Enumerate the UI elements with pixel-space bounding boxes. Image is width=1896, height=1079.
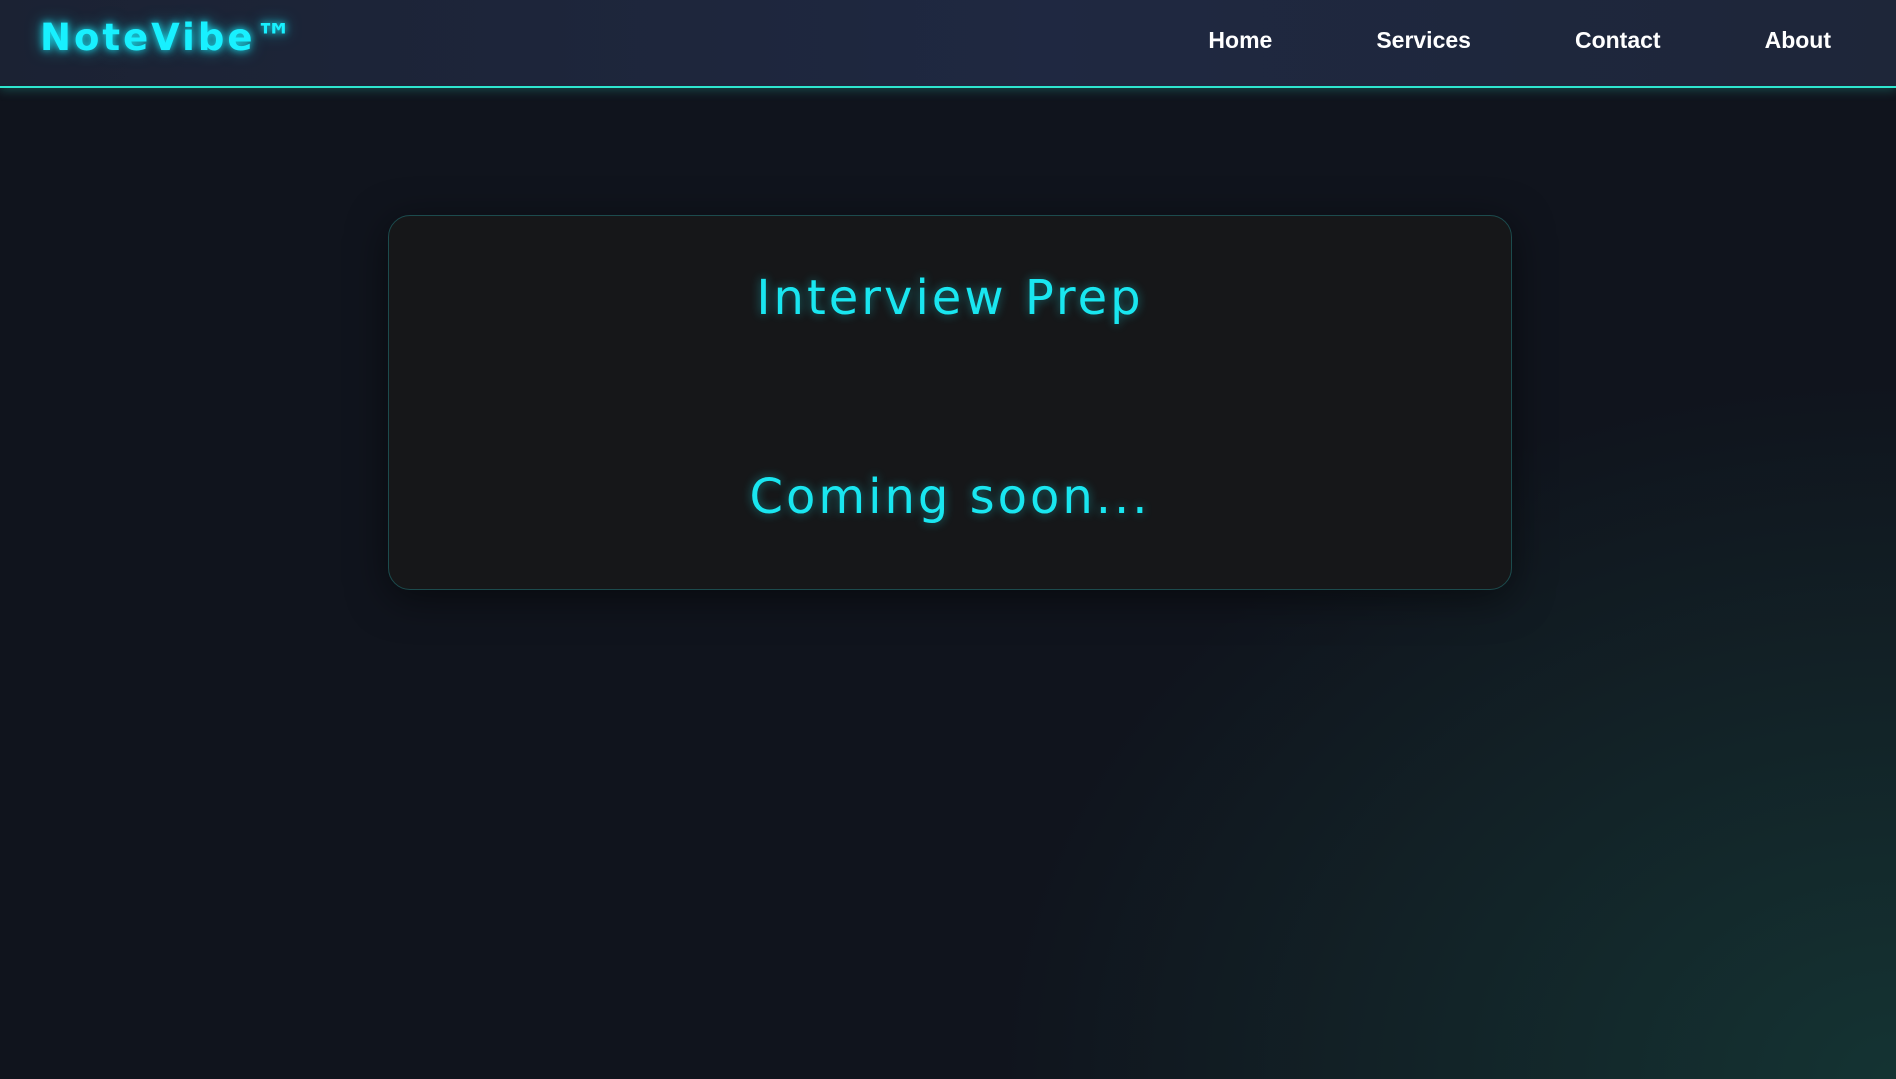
nav-link-about[interactable]: About: [1765, 27, 1831, 54]
top-navbar: NoteVibe™ Home Services Contact About: [0, 0, 1896, 88]
site-logo[interactable]: NoteVibe™: [40, 16, 295, 59]
nav-link-contact[interactable]: Contact: [1575, 27, 1661, 54]
card-title: Interview Prep: [756, 270, 1144, 326]
nav-link-home[interactable]: Home: [1208, 27, 1272, 54]
main-nav: Home Services Contact About: [1208, 0, 1831, 80]
interview-prep-card: Interview Prep Coming soon...: [388, 215, 1512, 590]
coming-soon-text: Coming soon...: [749, 469, 1151, 525]
nav-link-services[interactable]: Services: [1376, 27, 1471, 54]
